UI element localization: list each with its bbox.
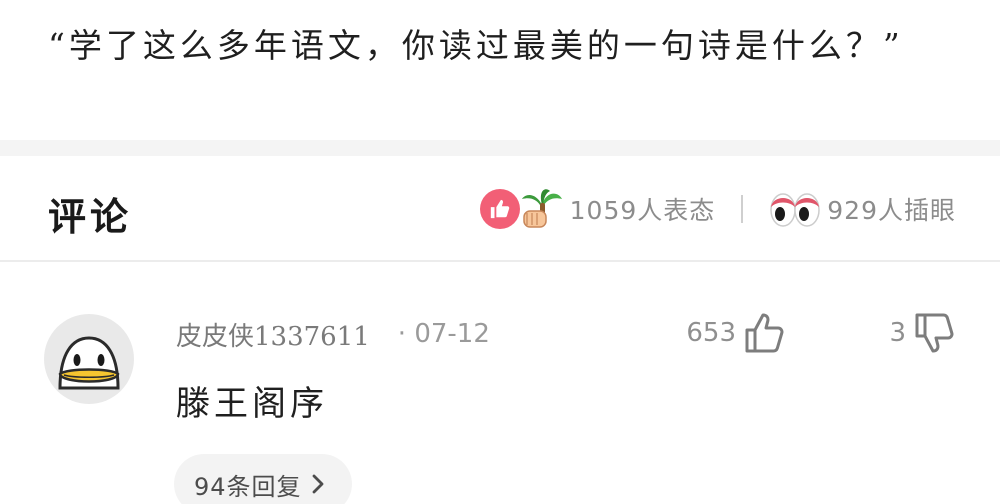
downvote-button[interactable]: 3	[889, 310, 956, 356]
thumbs-up-icon	[745, 313, 784, 353]
upvote-button[interactable]: 653	[686, 310, 786, 356]
eyes-emoji	[770, 193, 821, 227]
like-badge-icon	[479, 189, 520, 229]
downvote-count: 3	[889, 318, 906, 348]
reaction-divider	[741, 195, 744, 223]
view-replies-button[interactable]: 94条回复	[174, 454, 352, 504]
comment-date: · 07-12	[397, 319, 490, 349]
author-name[interactable]: 皮皮侠1337611	[176, 316, 370, 353]
reactions-summary[interactable]: 1059人表态 929人插眼	[479, 186, 956, 232]
post-question-text: “学了这么多年语文，你读过最美的一句诗是什么？”	[48, 26, 904, 65]
palm-tree-emoji	[521, 189, 562, 228]
comment-item: 皮皮侠1337611 · 07-12 653 3 滕王阁序 94条回复	[0, 262, 1000, 504]
comment-body: 滕王阁序	[176, 384, 328, 424]
eyes-count-text: 929人插眼	[827, 196, 956, 225]
thumbs-down-icon	[915, 313, 954, 353]
penguin-avatar[interactable]	[44, 314, 134, 404]
comments-title: 评论	[48, 194, 133, 239]
upvote-count: 653	[686, 318, 736, 348]
chevron-right-icon	[312, 474, 323, 494]
comment-meta: 皮皮侠1337611 · 07-12	[176, 314, 490, 354]
comments-header: 评论 1059人表态 929人插眼	[0, 156, 1000, 260]
reply-count-label: 94条回复	[194, 472, 302, 501]
section-gap	[0, 140, 1000, 156]
reaction-count-text: 1059人表态	[569, 196, 716, 225]
